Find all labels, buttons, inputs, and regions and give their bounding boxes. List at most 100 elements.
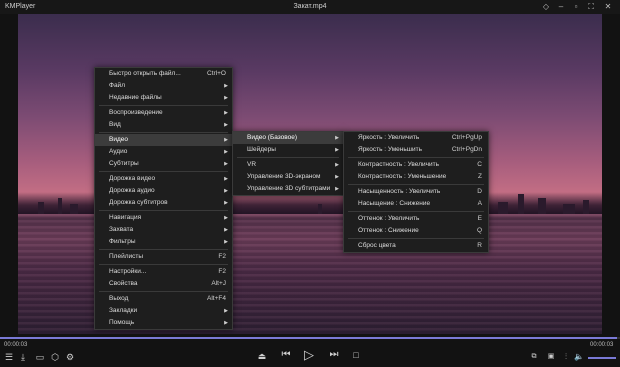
main-menu-item[interactable]: Плейлисты F2 xyxy=(95,251,232,263)
main-menu-item-label: Воспроизведение xyxy=(109,109,163,116)
seek-bar-fill xyxy=(0,337,617,339)
total-time: 00:00:03 xyxy=(590,342,614,348)
video-menu-item[interactable]: Шейдеры ▶ xyxy=(233,144,343,156)
main-menu-item[interactable]: Файл ▶ xyxy=(95,80,232,92)
main-menu-item[interactable]: Помощь ▶ xyxy=(95,317,232,329)
main-menu-item[interactable]: Вид ▶ xyxy=(95,119,232,131)
video-menu-item[interactable]: VR ▶ xyxy=(233,159,343,171)
main-menu-item[interactable]: Дорожка видео ▶ xyxy=(95,173,232,185)
submenu-arrow-icon: ▶ xyxy=(224,176,228,182)
main-menu-item-label: Навигация xyxy=(109,214,142,221)
vr-icon[interactable]: ⧉ xyxy=(528,352,540,362)
menu-separator xyxy=(99,210,228,211)
equalizer-icon[interactable]: ⫶ xyxy=(561,352,571,362)
main-menu-item-label: Дорожка аудио xyxy=(109,187,155,194)
pin-icon[interactable]: ◇ xyxy=(541,2,551,12)
basic-menu-item[interactable]: Оттенок : Снижение Q xyxy=(344,225,488,237)
submenu-arrow-icon: ▶ xyxy=(224,161,228,167)
basic-menu-item-shortcut: A xyxy=(477,200,482,207)
menu-separator xyxy=(237,157,339,158)
submenu-arrow-icon: ▶ xyxy=(224,83,228,89)
menu-separator xyxy=(99,105,228,106)
menu-separator xyxy=(348,238,484,239)
main-menu-item-shortcut: F2 xyxy=(218,253,226,260)
basic-menu-item[interactable]: Яркость : Увеличить Ctrl+PgUp xyxy=(344,132,488,144)
main-menu-item[interactable]: Дорожка субтитров ▶ xyxy=(95,197,232,209)
video-menu-item[interactable]: Видео (Базовое) ▶ xyxy=(233,132,343,144)
video-menu-item-label: Видео (Базовое) xyxy=(247,134,298,141)
video-basic-submenu: Яркость : Увеличить Ctrl+PgUp Яркость : Ум… xyxy=(343,131,489,253)
submenu-arrow-icon: ▶ xyxy=(335,162,339,168)
video-menu-item[interactable]: Управление 3D субтитрами ▶ xyxy=(233,183,343,195)
basic-menu-item-shortcut: E xyxy=(477,215,482,222)
submenu-arrow-icon: ▶ xyxy=(335,147,339,153)
play-icon[interactable]: ▷ xyxy=(302,348,316,361)
next-icon[interactable]: ⏭ xyxy=(328,350,340,360)
volume-slider[interactable] xyxy=(588,357,616,359)
main-menu-item[interactable]: Навигация ▶ xyxy=(95,212,232,224)
basic-menu-item-label: Оттенок : Увеличить xyxy=(358,215,420,222)
main-menu-item-label: Файл xyxy=(109,82,125,89)
video-menu-item[interactable]: Управление 3D-экраном ▶ xyxy=(233,171,343,183)
main-menu-item-label: Быстро открыть файл... xyxy=(109,70,181,77)
submenu-arrow-icon: ▶ xyxy=(224,149,228,155)
basic-menu-item[interactable]: Насыщенность : Увеличить D xyxy=(344,186,488,198)
video-menu-item-label: Управление 3D-экраном xyxy=(247,173,321,180)
seek-bar[interactable] xyxy=(0,337,620,339)
main-menu-item-shortcut: Alt+J xyxy=(211,280,226,287)
main-menu-item[interactable]: Фильтры ▶ xyxy=(95,236,232,248)
main-menu-item[interactable]: Субтитры ▶ xyxy=(95,158,232,170)
submenu-arrow-icon: ▶ xyxy=(335,186,339,192)
settings-icon[interactable]: ⚙ xyxy=(65,352,75,362)
main-menu-item[interactable]: Быстро открыть файл... Ctrl+O xyxy=(95,68,232,80)
cube-3d-icon[interactable]: ⬡ xyxy=(50,352,60,362)
volume-slider-fill xyxy=(588,357,616,359)
main-menu-item-label: Видео xyxy=(109,136,128,143)
main-menu-item[interactable]: Дорожка аудио ▶ xyxy=(95,185,232,197)
main-menu-item[interactable]: Воспроизведение ▶ xyxy=(95,107,232,119)
submenu-arrow-icon: ▶ xyxy=(224,308,228,314)
main-menu-item[interactable]: Недавние файлы ▶ xyxy=(95,92,232,104)
basic-menu-item[interactable]: Насыщение : Снижение A xyxy=(344,198,488,210)
basic-menu-item[interactable]: Сброс цвета R xyxy=(344,240,488,252)
main-menu-item-shortcut: Ctrl+O xyxy=(207,70,226,77)
basic-menu-item-label: Контрастность : Увеличить xyxy=(358,161,440,168)
main-menu-item[interactable]: Свойства Alt+J xyxy=(95,278,232,290)
main-menu-item-label: Аудио xyxy=(109,148,128,155)
main-menu-item[interactable]: Закладки ▶ xyxy=(95,305,232,317)
submenu-arrow-icon: ▶ xyxy=(224,110,228,116)
previous-icon[interactable]: ⏮ xyxy=(280,350,292,360)
download-icon[interactable]: ⤓ xyxy=(18,352,28,362)
basic-menu-item-shortcut: Ctrl+PgUp xyxy=(451,134,482,141)
basic-menu-item-label: Оттенок : Снижение xyxy=(358,227,419,234)
eject-icon[interactable]: ⏏ xyxy=(257,351,267,361)
stop-icon[interactable]: □ xyxy=(351,350,361,360)
menu-separator xyxy=(99,291,228,292)
main-menu-item[interactable]: Видео ▶ xyxy=(95,134,232,146)
main-menu-item-label: Захвата xyxy=(109,226,134,233)
context-menu: Быстро открыть файл... Ctrl+O Файл ▶ Недавни… xyxy=(94,67,233,330)
subtitle-icon[interactable]: ▭ xyxy=(34,352,46,362)
basic-menu-item[interactable]: Яркость : Уменьшить Ctrl+PgDn xyxy=(344,144,488,156)
main-menu-item[interactable]: Аудио ▶ xyxy=(95,146,232,158)
submenu-arrow-icon: ▶ xyxy=(224,188,228,194)
main-menu-item-label: Выход xyxy=(109,295,129,302)
title-bar: KMPlayer Закат.mp4 ◇ – ▫ ⛶ ✕ xyxy=(0,0,620,14)
basic-menu-item[interactable]: Контрастность : Увеличить C xyxy=(344,159,488,171)
main-menu-item-label: Дорожка субтитров xyxy=(109,199,168,206)
minimize-icon[interactable]: – xyxy=(556,2,566,12)
fullscreen-icon[interactable]: ⛶ xyxy=(586,2,596,12)
volume-icon[interactable]: 🔈 xyxy=(574,352,584,362)
fullscreen-toggle-icon[interactable]: ▣ xyxy=(545,352,557,362)
main-menu-item[interactable]: Захвата ▶ xyxy=(95,224,232,236)
main-menu-item-label: Субтитры xyxy=(109,160,139,167)
main-menu-item[interactable]: Выход Alt+F4 xyxy=(95,293,232,305)
basic-menu-item-shortcut: R xyxy=(477,242,482,249)
basic-menu-item[interactable]: Контрастность : Уменьшение Z xyxy=(344,171,488,183)
basic-menu-item[interactable]: Оттенок : Увеличить E xyxy=(344,213,488,225)
playlist-icon[interactable]: ☰ xyxy=(4,352,14,362)
close-icon[interactable]: ✕ xyxy=(603,2,613,12)
maximize-icon[interactable]: ▫ xyxy=(571,2,581,12)
submenu-arrow-icon: ▶ xyxy=(224,320,228,326)
main-menu-item[interactable]: Настройки... F2 xyxy=(95,266,232,278)
